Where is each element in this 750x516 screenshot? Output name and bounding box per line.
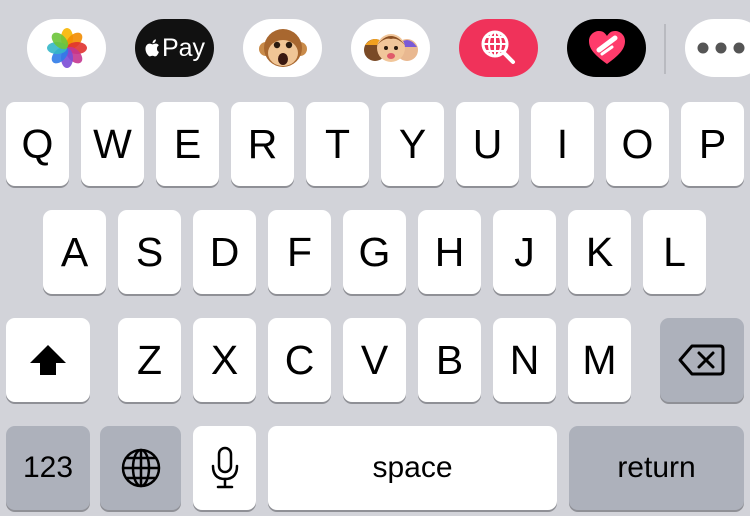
- key-v[interactable]: V: [343, 318, 406, 402]
- key-label: B: [435, 336, 464, 383]
- photos-app-button[interactable]: [27, 19, 106, 77]
- key-label: Z: [136, 336, 163, 383]
- microphone-icon: [211, 446, 238, 489]
- key-label: F: [286, 228, 313, 275]
- key-label: H: [434, 228, 465, 275]
- key-label: Y: [398, 120, 427, 167]
- delete-key[interactable]: [660, 318, 744, 402]
- key-x[interactable]: X: [193, 318, 256, 402]
- memoji-stickers-app-button[interactable]: [351, 19, 430, 77]
- delete-backspace-icon: [678, 344, 725, 376]
- key-label: E: [173, 120, 202, 167]
- return-key-label: return: [617, 451, 696, 484]
- key-label: Q: [21, 120, 54, 167]
- key-p[interactable]: P: [681, 102, 744, 186]
- key-r[interactable]: R: [231, 102, 294, 186]
- search-images-app-button[interactable]: [459, 19, 538, 77]
- animoji-app-button[interactable]: [243, 19, 322, 77]
- key-label: I: [556, 120, 569, 167]
- digital-touch-app-button[interactable]: [567, 19, 646, 77]
- apple-pay-label: Pay: [161, 33, 206, 62]
- key-q[interactable]: Q: [6, 102, 69, 186]
- space-key[interactable]: space: [268, 426, 557, 510]
- key-i[interactable]: I: [531, 102, 594, 186]
- key-label: G: [358, 228, 391, 275]
- globe-icon: [121, 448, 160, 488]
- more-apps-button[interactable]: [685, 19, 750, 77]
- key-label: R: [247, 120, 278, 167]
- key-e[interactable]: E: [156, 102, 219, 186]
- key-label: K: [585, 228, 614, 275]
- shift-arrow-icon: [30, 345, 66, 375]
- numbers-key[interactable]: 123: [6, 426, 90, 510]
- key-l[interactable]: L: [643, 210, 706, 294]
- imessage-app-drawer: Pay: [0, 0, 750, 96]
- key-c[interactable]: C: [268, 318, 331, 402]
- key-label: A: [60, 228, 89, 275]
- memoji-stickers-icon: [363, 34, 418, 62]
- numbers-key-label: 123: [22, 451, 74, 484]
- key-label: V: [360, 336, 389, 383]
- key-h[interactable]: H: [418, 210, 481, 294]
- more-dots-icon: [697, 42, 745, 54]
- key-label: M: [582, 336, 617, 383]
- key-w[interactable]: W: [81, 102, 144, 186]
- key-label: L: [663, 228, 686, 275]
- key-g[interactable]: G: [343, 210, 406, 294]
- globe-search-icon: [481, 30, 515, 64]
- key-label: W: [93, 120, 132, 167]
- globe-key[interactable]: [100, 426, 181, 510]
- key-label: J: [514, 228, 535, 275]
- key-m[interactable]: M: [568, 318, 631, 402]
- app-drawer-divider: [664, 24, 666, 74]
- key-label: O: [621, 120, 654, 167]
- key-label: N: [509, 336, 540, 383]
- photos-icon: [46, 28, 87, 68]
- key-b[interactable]: B: [418, 318, 481, 402]
- monkey-animoji-icon: [258, 29, 307, 67]
- apple-pay-app-button[interactable]: Pay: [135, 19, 214, 77]
- shift-key[interactable]: [6, 318, 90, 402]
- key-u[interactable]: U: [456, 102, 519, 186]
- key-k[interactable]: K: [568, 210, 631, 294]
- microphone-key[interactable]: [193, 426, 256, 510]
- key-f[interactable]: F: [268, 210, 331, 294]
- apple-pay-icon: [145, 39, 159, 57]
- key-j[interactable]: J: [493, 210, 556, 294]
- digital-touch-heart-icon: [588, 31, 625, 64]
- key-label: U: [472, 120, 503, 167]
- key-y[interactable]: Y: [381, 102, 444, 186]
- return-key[interactable]: return: [569, 426, 744, 510]
- key-label: C: [284, 336, 315, 383]
- key-a[interactable]: A: [43, 210, 106, 294]
- key-s[interactable]: S: [118, 210, 181, 294]
- key-label: P: [698, 120, 727, 167]
- key-t[interactable]: T: [306, 102, 369, 186]
- key-o[interactable]: O: [606, 102, 669, 186]
- key-label: S: [135, 228, 164, 275]
- key-z[interactable]: Z: [118, 318, 181, 402]
- key-label: T: [324, 120, 351, 167]
- key-d[interactable]: D: [193, 210, 256, 294]
- space-key-label: space: [372, 451, 453, 484]
- key-label: D: [209, 228, 240, 275]
- key-n[interactable]: N: [493, 318, 556, 402]
- key-label: X: [210, 336, 239, 383]
